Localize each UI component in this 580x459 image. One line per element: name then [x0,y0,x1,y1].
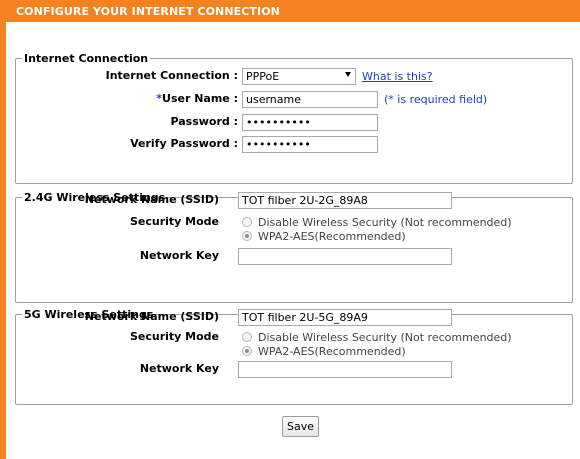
security-wpa2-5g-option[interactable]: WPA2-AES(Recommended) [242,345,406,358]
ssid-24g-label: Network Name (SSID) [84,193,219,206]
page-title: CONFIGURE YOUR INTERNET CONNECTION [16,5,280,18]
security-mode-24g-label: Security Mode [129,215,219,228]
radio-unchecked-icon[interactable] [242,332,252,342]
security-wpa2-24g-option[interactable]: WPA2-AES(Recommended) [242,230,406,243]
security-disable-5g-option[interactable]: Disable Wireless Security (Not recommend… [242,331,512,344]
username-input[interactable] [242,91,378,108]
verify-password-label: Verify Password : [130,137,238,150]
network-key-24g-label: Network Key [139,249,219,262]
what-is-this-link[interactable]: What is this? [362,70,433,83]
network-key-5g-label: Network Key [139,362,219,375]
network-key-24g-input[interactable] [238,248,452,265]
connection-type-value: PPPoE [246,70,280,83]
chevron-down-icon [345,72,351,77]
security-disable-24g-label: Disable Wireless Security (Not recommend… [258,216,512,229]
connection-type-label: Internet Connection : [105,69,238,82]
username-label: *User Name : [156,92,238,105]
security-wpa2-24g-label: WPA2-AES(Recommended) [258,230,406,243]
security-mode-5g-label: Security Mode [129,330,219,343]
internet-connection-legend: Internet Connection [24,52,149,65]
username-label-text: User Name : [162,92,238,105]
security-disable-5g-label: Disable Wireless Security (Not recommend… [258,331,512,344]
password-input[interactable] [242,114,378,131]
ssid-5g-input[interactable] [238,309,452,326]
page-header: CONFIGURE YOUR INTERNET CONNECTION [6,0,580,22]
main-content: Internet Connection Internet Connection … [6,22,580,459]
security-wpa2-5g-label: WPA2-AES(Recommended) [258,345,406,358]
radio-unchecked-icon[interactable] [242,217,252,227]
ssid-5g-label: Network Name (SSID) [84,310,219,323]
password-label: Password : [170,115,238,128]
save-button[interactable]: Save [282,416,319,437]
verify-password-input[interactable] [242,136,378,153]
security-disable-24g-option[interactable]: Disable Wireless Security (Not recommend… [242,216,512,229]
ssid-24g-input[interactable] [238,192,452,209]
radio-checked-icon[interactable] [242,346,252,356]
radio-checked-icon[interactable] [242,231,252,241]
connection-type-select[interactable]: PPPoE [242,68,356,85]
required-field-hint: (* is required field) [384,93,488,106]
network-key-5g-input[interactable] [238,361,452,378]
